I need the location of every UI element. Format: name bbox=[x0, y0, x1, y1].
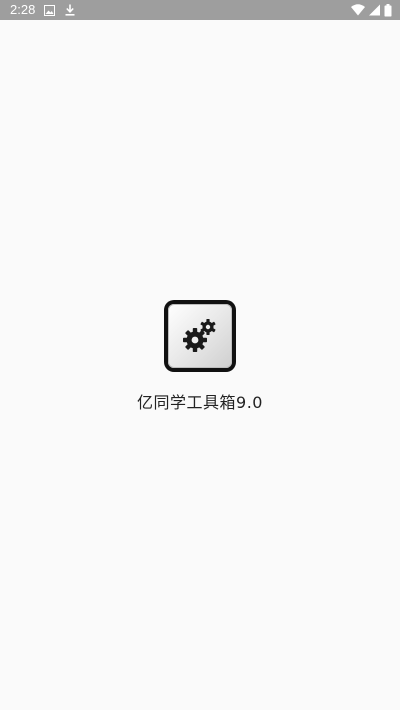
splash-screen: 亿同学工具箱9.0 bbox=[0, 300, 400, 414]
app-icon bbox=[164, 300, 236, 372]
status-system-icons bbox=[351, 2, 392, 18]
status-notification-icons bbox=[44, 2, 75, 18]
battery-icon bbox=[384, 3, 392, 17]
wifi-icon bbox=[351, 4, 365, 16]
gears-icon bbox=[168, 304, 232, 368]
image-icon bbox=[44, 4, 55, 16]
signal-icon bbox=[369, 4, 380, 16]
download-icon bbox=[65, 4, 75, 16]
status-time: 2:28 bbox=[10, 2, 36, 17]
app-name: 亿同学工具箱9.0 bbox=[137, 393, 263, 412]
status-bar: 2:28 bbox=[0, 0, 400, 20]
